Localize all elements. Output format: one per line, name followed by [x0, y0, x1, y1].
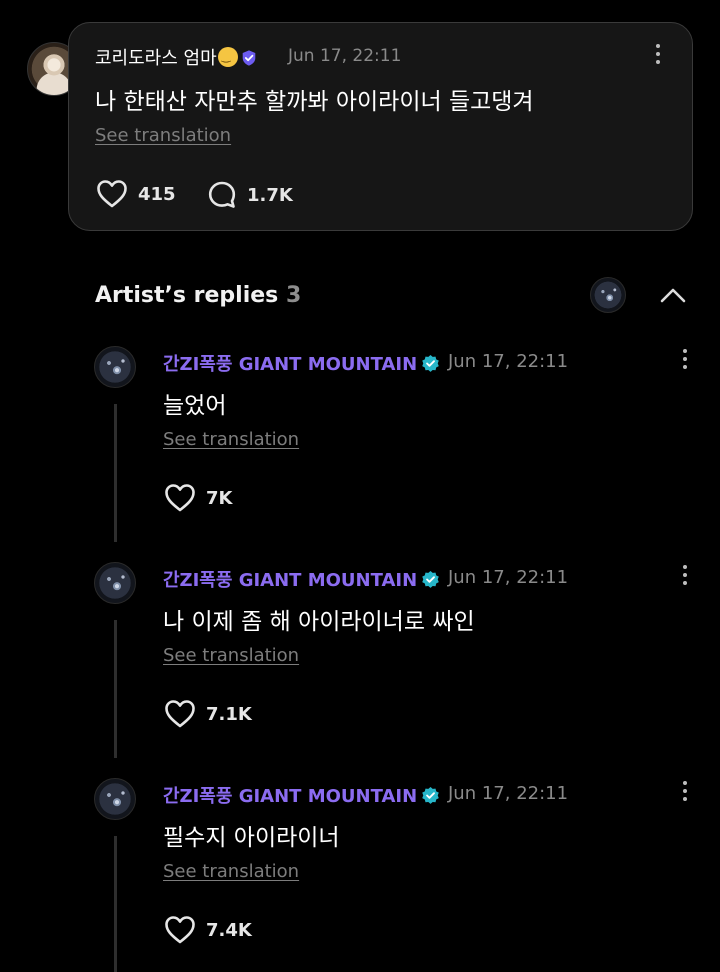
reply-timestamp: Jun 17, 22:11: [448, 783, 569, 804]
artist-replies-count: 3: [285, 283, 302, 308]
reply-author-name: 간ZI폭풍 GIANT MOUNTAIN: [163, 354, 418, 375]
comment-count: 1.7K: [247, 184, 293, 206]
reply-text: 늘었어: [163, 393, 227, 419]
comment-button[interactable]: 1.7K: [207, 180, 293, 210]
parent-author[interactable]: 코리도라스 엄마: [95, 44, 258, 70]
artist-replies-title: Artist’s replies: [95, 283, 279, 308]
verified-badge-icon: [422, 786, 439, 804]
thread-line: [114, 404, 117, 542]
thread-line: [114, 620, 117, 758]
chevron-up-icon[interactable]: [659, 284, 687, 306]
see-translation-link[interactable]: See translation: [95, 125, 231, 146]
see-translation-link[interactable]: See translation: [163, 429, 299, 450]
comment-icon: [208, 181, 236, 208]
like-count: 415: [138, 183, 176, 205]
reply-author[interactable]: 간ZI폭풍 GIANT MOUNTAIN: [163, 566, 440, 592]
reply-text: 필수지 아이라이너: [163, 825, 340, 851]
emoji-icon: [217, 47, 238, 67]
reply-timestamp: Jun 17, 22:11: [448, 351, 569, 372]
reply-author-name: 간ZI폭풍 GIANT MOUNTAIN: [163, 786, 418, 807]
artist-replies-heading: Artist’s replies 3: [95, 283, 301, 308]
reply-avatar[interactable]: [94, 778, 136, 820]
reply-author[interactable]: 간ZI폭풍 GIANT MOUNTAIN: [163, 350, 440, 376]
parent-comment-text: 나 한태산 자만추 할까봐 아이라이너 들고댕겨: [95, 89, 534, 115]
verified-badge-icon: [422, 354, 439, 372]
reply-avatar[interactable]: [94, 346, 136, 388]
reply-avatar[interactable]: [94, 562, 136, 604]
like-button[interactable]: 7.1K: [164, 699, 252, 729]
verified-badge-icon: [422, 570, 439, 588]
like-count: 7.4K: [206, 919, 252, 941]
thread-line: [114, 836, 117, 972]
reply-timestamp: Jun 17, 22:11: [448, 567, 569, 588]
more-icon[interactable]: [682, 349, 688, 373]
reply-text: 나 이제 좀 해 아이라이너로 싸인: [163, 609, 475, 635]
artist-avatar-small: [590, 277, 626, 313]
like-count: 7K: [206, 487, 233, 509]
heart-icon: [165, 700, 195, 728]
like-button[interactable]: 7.4K: [164, 915, 252, 945]
more-icon[interactable]: [682, 781, 688, 805]
heart-icon: [165, 484, 195, 512]
like-button[interactable]: 7K: [164, 483, 232, 513]
more-icon[interactable]: [655, 44, 661, 68]
like-button[interactable]: 415: [96, 179, 176, 209]
like-count: 7.1K: [206, 703, 252, 725]
parent-timestamp: Jun 17, 22:11: [288, 46, 402, 66]
reply-author[interactable]: 간ZI폭풍 GIANT MOUNTAIN: [163, 782, 440, 808]
shield-badge-icon: [242, 50, 255, 66]
parent-author-name: 코리도라스 엄마: [95, 48, 217, 69]
heart-icon: [165, 916, 195, 944]
more-icon[interactable]: [682, 565, 688, 589]
see-translation-link[interactable]: See translation: [163, 861, 299, 882]
see-translation-link[interactable]: See translation: [163, 645, 299, 666]
reply-author-name: 간ZI폭풍 GIANT MOUNTAIN: [163, 570, 418, 591]
heart-icon: [97, 180, 127, 208]
